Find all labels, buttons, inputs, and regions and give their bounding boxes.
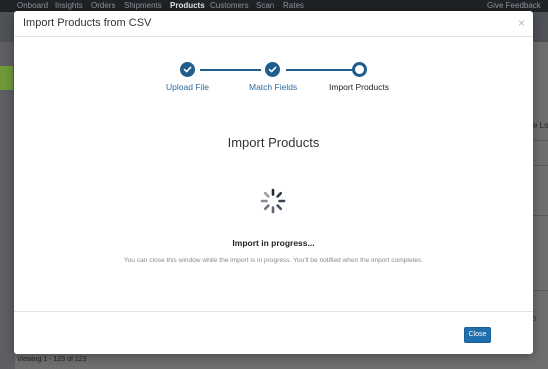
background-row-divider <box>532 165 548 166</box>
modal-footer: Close <box>14 311 533 354</box>
modal-header: Import Products from CSV × <box>14 11 533 37</box>
progress-heading: Import in progress... <box>232 238 315 248</box>
background-row-divider <box>532 215 548 216</box>
step-label-import-products: Import Products <box>329 82 389 92</box>
step-connector <box>200 69 261 71</box>
step-1-indicator <box>180 62 195 77</box>
check-icon <box>183 66 192 73</box>
step-label-upload-file: Upload File <box>166 82 209 92</box>
import-modal: Import Products from CSV × Upload File M… <box>14 11 533 354</box>
background-column-header: e Lo <box>533 121 548 130</box>
step-2-indicator <box>265 62 280 77</box>
spinner-icon <box>260 188 286 214</box>
section-title: Import Products <box>227 135 320 150</box>
background-row-divider <box>532 140 548 141</box>
side-tab[interactable] <box>0 66 13 90</box>
left-sidebar-strip <box>0 42 15 369</box>
step-3-indicator <box>352 62 367 77</box>
close-button[interactable]: Close <box>464 327 491 343</box>
pagination-summary: Viewing 1 - 123 of 123 <box>17 356 87 363</box>
check-icon <box>268 66 277 73</box>
step-label-match-fields: Match Fields <box>249 82 298 92</box>
background-row-divider <box>532 290 548 291</box>
close-icon[interactable]: × <box>518 16 525 30</box>
modal-title: Import Products from CSV <box>23 17 152 29</box>
progress-note: You can close this window while the impo… <box>123 257 424 264</box>
step-connector <box>286 69 353 71</box>
